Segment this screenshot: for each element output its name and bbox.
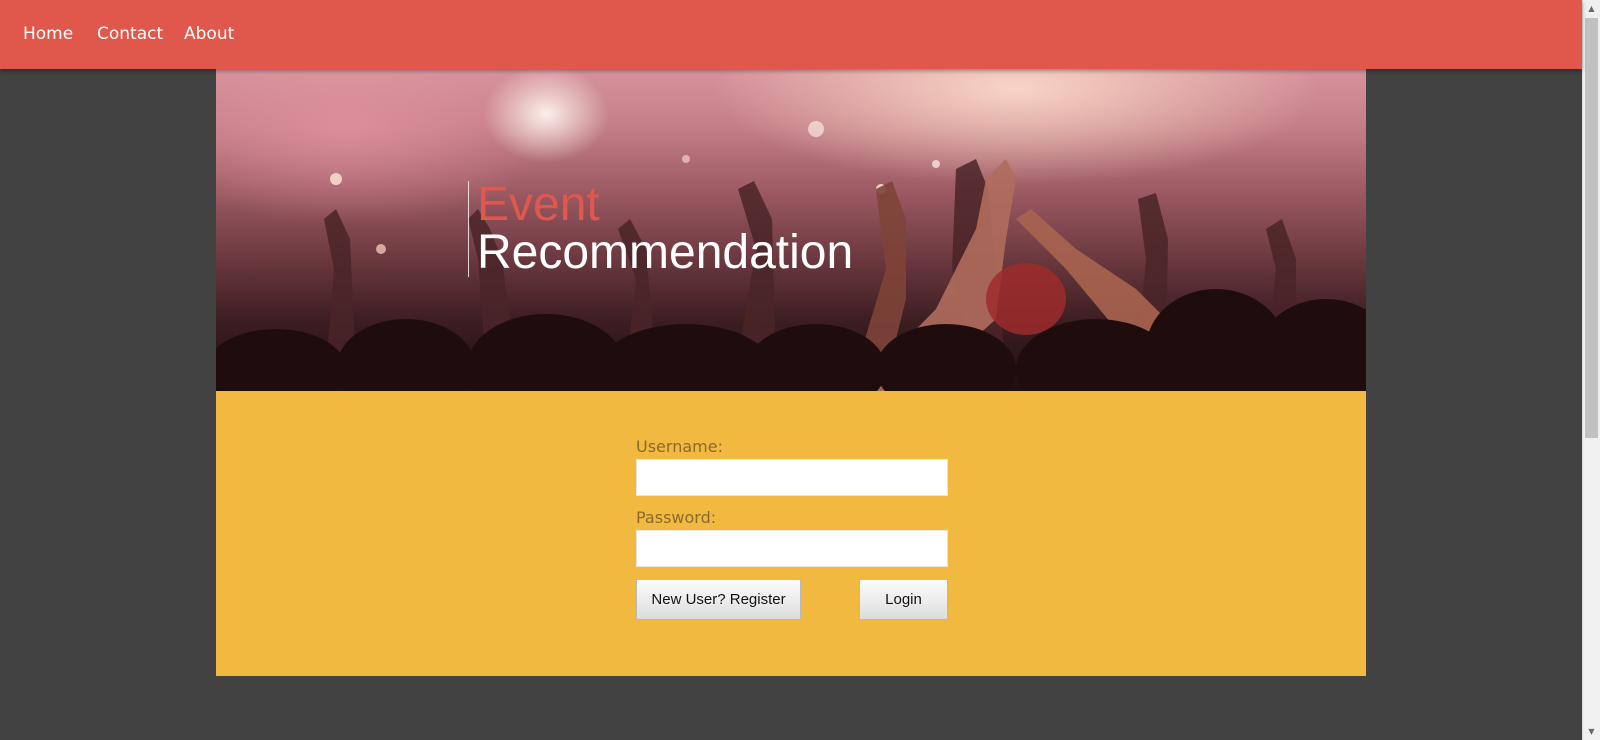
top-navbar: Home Contact About xyxy=(0,0,1582,69)
login-panel: Username: Password: New User? Register L… xyxy=(216,391,1366,676)
hero-title: Event Recommendation xyxy=(468,181,853,277)
nav-contact-link[interactable]: Contact xyxy=(97,24,163,44)
nav-home-link[interactable]: Home xyxy=(23,24,73,44)
triangle-up-icon[interactable]: ▲ xyxy=(1583,0,1600,17)
form-buttons: New User? Register Login xyxy=(636,579,948,621)
username-label: Username: xyxy=(636,437,723,456)
hero-banner: Event Recommendation xyxy=(216,69,1366,391)
register-button[interactable]: New User? Register xyxy=(636,579,801,620)
hero-title-accent: Event xyxy=(477,178,600,231)
nav-about-link[interactable]: About xyxy=(184,24,234,44)
password-input[interactable] xyxy=(636,530,948,567)
page: Home Contact About Event Recommendation … xyxy=(0,0,1600,740)
scrollbar-thumb[interactable] xyxy=(1585,18,1598,438)
login-form: Username: Password: New User? Register L… xyxy=(636,437,948,621)
vertical-scrollbar[interactable]: ▲ ▼ xyxy=(1582,0,1600,740)
hero-title-main: Recommendation xyxy=(477,226,854,279)
login-button[interactable]: Login xyxy=(859,579,948,620)
password-label: Password: xyxy=(636,508,717,527)
username-input[interactable] xyxy=(636,459,948,496)
triangle-down-icon[interactable]: ▼ xyxy=(1583,723,1600,740)
